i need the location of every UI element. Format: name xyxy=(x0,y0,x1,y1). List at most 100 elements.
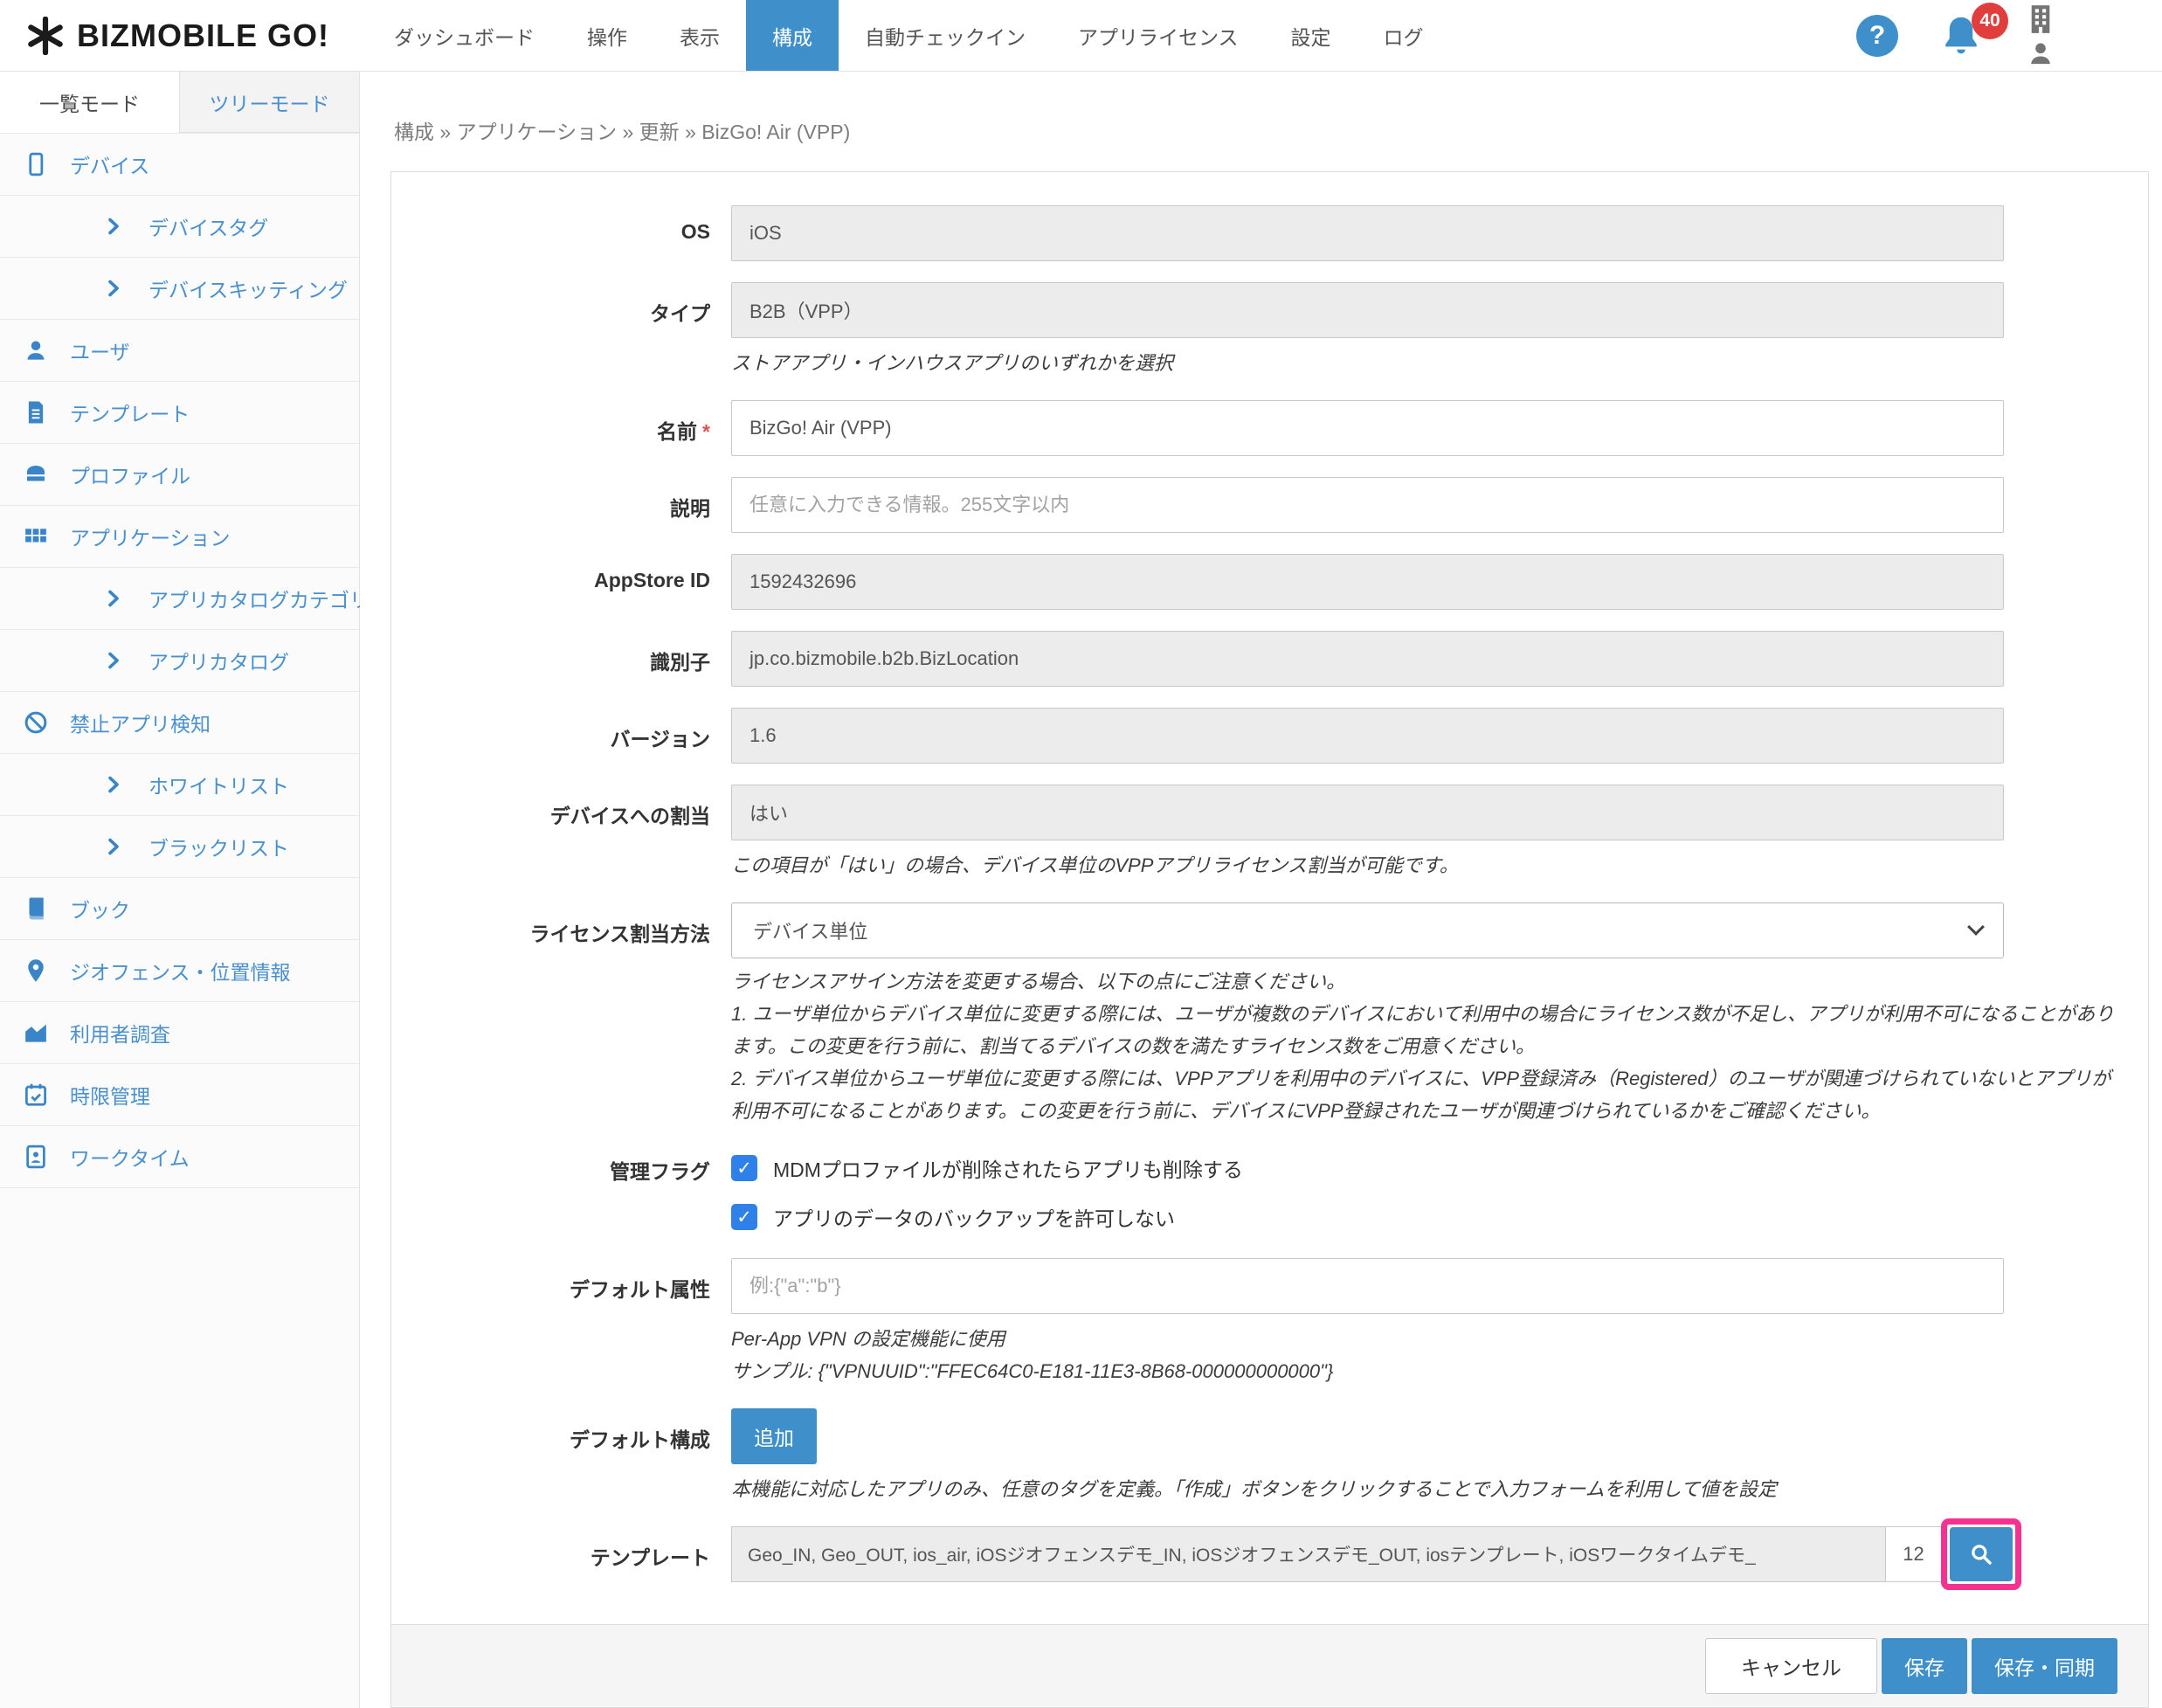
appstore-id-field: 1592432696 xyxy=(731,554,2004,610)
form-row-manage-flags: 管理フラグ ✓ MDMプロファイルが削除されたらアプリも削除する ✓ アプリのデ… xyxy=(422,1148,2117,1237)
form-row-device-assignment: デバイスへの割当 はい この項目が「はい」の場合、デバイス単位のVPPアプリライ… xyxy=(422,785,2117,882)
sidebar-item-books[interactable]: ブック xyxy=(0,878,359,940)
appstore-id-label: AppStore ID xyxy=(422,554,710,610)
sidebar-item-devices[interactable]: デバイス xyxy=(0,134,359,196)
sidebar-item-app-catalog-categories[interactable]: アプリカタログカテゴリ xyxy=(0,568,359,630)
form-row-template: テンプレート Geo_IN, Geo_OUT, ios_air, iOSジオフェ… xyxy=(422,1526,2117,1582)
notifications-bell-icon[interactable]: 40 xyxy=(1938,13,1984,59)
version-label: バージョン xyxy=(422,708,710,764)
template-label: テンプレート xyxy=(422,1526,710,1582)
license-method-select[interactable]: デバイス単位 xyxy=(731,902,2004,958)
template-count: 12 xyxy=(1885,1526,1941,1582)
type-help-text: ストアアプリ・インハウスアプリのいずれかを選択 xyxy=(731,347,2117,379)
notification-count-badge: 40 xyxy=(1972,3,2008,39)
highlight-annotation xyxy=(1941,1518,2021,1590)
sidebar-item-app-catalog[interactable]: アプリカタログ xyxy=(0,630,359,692)
nav-log[interactable]: ログ xyxy=(1357,0,1450,71)
device-assignment-help-text: この項目が「はい」の場合、デバイス単位のVPPアプリライセンス割当が可能です。 xyxy=(731,849,2117,882)
main-menu: ダッシュボード 操作 表示 構成 自動チェックイン アプリライセンス 設定 ログ xyxy=(368,0,1450,71)
default-config-label: デフォルト構成 xyxy=(422,1408,710,1505)
identifier-field: jp.co.bizmobile.b2b.BizLocation xyxy=(731,631,2004,687)
sidebar-item-users[interactable]: ユーザ xyxy=(0,320,359,382)
sidebar-item-profiles[interactable]: プロファイル xyxy=(0,444,359,506)
file-icon xyxy=(23,399,49,425)
ban-icon xyxy=(23,709,49,736)
sidebar-item-blacklist[interactable]: ブラックリスト xyxy=(0,816,359,878)
default-attributes-input[interactable] xyxy=(731,1258,2004,1314)
device-assignment-field: はい xyxy=(731,785,2004,840)
app-title: BIZMOBILE GO! xyxy=(77,17,329,54)
sidebar-mode-tabs: 一覧モード ツリーモード xyxy=(0,72,359,133)
template-field: Geo_IN, Geo_OUT, ios_air, iOSジオフェンスデモ_IN… xyxy=(731,1526,1885,1582)
form-row-name: 名前* xyxy=(422,400,2117,456)
sidebar-item-device-kitting[interactable]: デバイスキッティング xyxy=(0,258,359,320)
form-row-appstore-id: AppStore ID 1592432696 xyxy=(422,554,2117,610)
template-search-button[interactable] xyxy=(1950,1527,2013,1581)
app-logo: BIZMOBILE GO! xyxy=(0,0,368,71)
sidebar-item-usage-survey[interactable]: 利用者調査 xyxy=(0,1002,359,1064)
nav-auto-checkin[interactable]: 自動チェックイン xyxy=(839,0,1052,71)
sidebar-item-applications[interactable]: アプリケーション xyxy=(0,506,359,568)
id-badge-icon xyxy=(23,1144,49,1170)
chart-icon xyxy=(23,1020,49,1046)
tab-list-mode[interactable]: 一覧モード xyxy=(0,72,180,133)
sidebar-item-banned-app-detection[interactable]: 禁止アプリ検知 xyxy=(0,692,359,754)
form-footer: キャンセル 保存 保存・同期 xyxy=(391,1624,2148,1707)
account-menu[interactable] xyxy=(2024,3,2057,68)
user-icon xyxy=(2026,38,2055,68)
breadcrumb[interactable]: 構成 » アプリケーション » 更新 » BizGo! Air (VPP) xyxy=(394,115,2149,145)
form-row-os: OS iOS xyxy=(422,205,2117,261)
book-icon xyxy=(23,895,49,922)
main-content: 構成 » アプリケーション » 更新 » BizGo! Air (VPP) OS… xyxy=(360,72,2162,1708)
page: BIZMOBILE GO! ダッシュボード 操作 表示 構成 自動チェックイン … xyxy=(0,0,2162,1708)
tab-tree-mode[interactable]: ツリーモード xyxy=(180,72,359,133)
os-label: OS xyxy=(422,205,710,261)
nav-configuration[interactable]: 構成 xyxy=(746,0,839,71)
help-icon[interactable]: ? xyxy=(1856,15,1898,57)
save-and-sync-button[interactable]: 保存・同期 xyxy=(1972,1638,2117,1694)
application-edit-form-card: OS iOS タイプ B2B（VPP） ストアアプリ・インハウスアプリのいずれか… xyxy=(390,171,2149,1708)
sidebar-item-worktime[interactable]: ワークタイム xyxy=(0,1126,359,1188)
nav-app-license[interactable]: アプリライセンス xyxy=(1052,0,1265,71)
nav-settings[interactable]: 設定 xyxy=(1265,0,1357,71)
sidebar-item-geofence-location[interactable]: ジオフェンス・位置情報 xyxy=(0,940,359,1002)
device-icon xyxy=(23,151,49,177)
chevron-right-icon xyxy=(103,588,124,609)
form-row-type: タイプ B2B（VPP） ストアアプリ・インハウスアプリのいずれかを選択 xyxy=(422,282,2117,379)
chevron-right-icon xyxy=(103,836,124,857)
chevron-right-icon xyxy=(103,216,124,237)
license-method-label: ライセンス割当方法 xyxy=(422,902,710,1127)
type-label: タイプ xyxy=(422,282,710,379)
type-field: B2B（VPP） xyxy=(731,282,2004,338)
default-attributes-label: デフォルト属性 xyxy=(422,1258,710,1387)
description-input[interactable] xyxy=(731,477,2004,533)
checkbox-checked-icon[interactable]: ✓ xyxy=(731,1155,757,1181)
chevron-right-icon xyxy=(103,774,124,795)
sidebar-item-whitelist[interactable]: ホワイトリスト xyxy=(0,754,359,816)
nav-dashboard[interactable]: ダッシュボード xyxy=(368,0,561,71)
calendar-check-icon xyxy=(23,1082,49,1108)
nav-operations[interactable]: 操作 xyxy=(561,0,653,71)
name-label: 名前* xyxy=(422,400,710,456)
form-row-default-config: デフォルト構成 追加 本機能に対応したアプリのみ、任意のタグを定義。「作成」ボタ… xyxy=(422,1408,2117,1505)
checkbox-checked-icon[interactable]: ✓ xyxy=(731,1204,757,1230)
license-method-help-text: ライセンスアサイン方法を変更する場合、以下の点にご注意ください。 1. ユーザ単… xyxy=(731,965,2117,1127)
sidebar-item-templates[interactable]: テンプレート xyxy=(0,382,359,444)
save-button[interactable]: 保存 xyxy=(1882,1638,1967,1694)
building-icon xyxy=(2024,3,2057,36)
nav-view[interactable]: 表示 xyxy=(653,0,746,71)
name-input[interactable] xyxy=(731,400,2004,456)
sidebar-item-time-limit-management[interactable]: 時限管理 xyxy=(0,1064,359,1126)
form-row-default-attributes: デフォルト属性 Per-App VPN の設定機能に使用 サンプル: {"VPN… xyxy=(422,1258,2117,1387)
top-navigation-bar: BIZMOBILE GO! ダッシュボード 操作 表示 構成 自動チェックイン … xyxy=(0,0,2162,72)
add-button[interactable]: 追加 xyxy=(731,1408,817,1464)
template-input-group: Geo_IN, Geo_OUT, ios_air, iOSジオフェンスデモ_IN… xyxy=(731,1526,2021,1582)
identifier-label: 識別子 xyxy=(422,631,710,687)
sidebar-item-device-tags[interactable]: デバイスタグ xyxy=(0,196,359,258)
grid-icon xyxy=(23,523,49,550)
chevron-right-icon xyxy=(103,278,124,299)
cancel-button[interactable]: キャンセル xyxy=(1705,1638,1877,1694)
required-asterisk: * xyxy=(702,420,710,443)
search-icon xyxy=(1968,1541,1994,1567)
device-assignment-label: デバイスへの割当 xyxy=(422,785,710,882)
